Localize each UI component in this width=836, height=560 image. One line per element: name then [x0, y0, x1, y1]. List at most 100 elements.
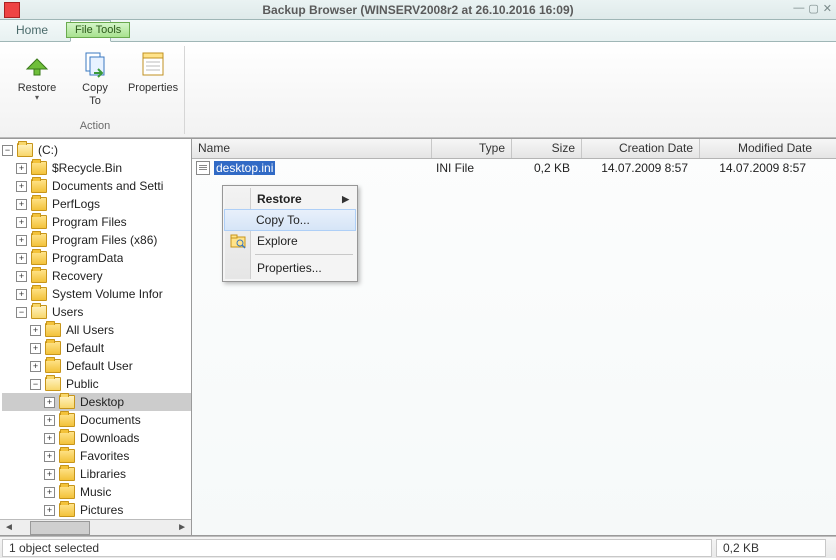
tree-node[interactable]: +Music [2, 483, 191, 501]
tree-node[interactable]: +System Volume Infor [2, 285, 191, 303]
expand-icon[interactable]: + [44, 505, 55, 516]
copy-to-button[interactable]: Copy To [70, 46, 120, 108]
minimize-button[interactable]: — [793, 2, 804, 15]
tree-node[interactable]: +Recovery [2, 267, 191, 285]
tree-node[interactable]: + Default [2, 339, 191, 357]
menu-label: Explore [257, 234, 298, 248]
tree-node[interactable]: + Documents and Setti [2, 177, 191, 195]
explore-icon [230, 233, 246, 249]
folder-icon [31, 251, 47, 265]
column-name[interactable]: Name [192, 139, 432, 158]
collapse-icon[interactable]: − [30, 379, 41, 390]
column-type[interactable]: Type [432, 139, 512, 158]
expand-icon[interactable]: + [44, 433, 55, 444]
expand-icon[interactable]: + [44, 451, 55, 462]
tree-label: Program Files (x86) [52, 233, 157, 247]
list-body[interactable]: desktop.ini INI File 0,2 KB 14.07.2009 8… [192, 159, 836, 535]
tree-label: Favorites [80, 449, 129, 463]
close-button[interactable]: ✕ [823, 2, 832, 15]
horizontal-scrollbar[interactable]: ◄► [0, 519, 191, 535]
tree-node[interactable]: +Libraries [2, 465, 191, 483]
expand-icon[interactable]: + [30, 325, 41, 336]
column-size[interactable]: Size [512, 139, 582, 158]
tree-label: $Recycle.Bin [52, 161, 122, 175]
restore-button[interactable]: Restore ▾ [12, 46, 62, 108]
folder-icon [31, 197, 47, 211]
properties-button[interactable]: Properties [128, 46, 178, 108]
folder-icon [31, 287, 47, 301]
folder-icon [45, 377, 61, 391]
tree-node[interactable]: + Program Files [2, 213, 191, 231]
column-creation-date[interactable]: Creation Date [582, 139, 700, 158]
column-modified-date[interactable]: Modified Date [700, 139, 818, 158]
expand-icon[interactable]: + [16, 253, 27, 264]
tree-node[interactable]: + PerfLogs [2, 195, 191, 213]
list-header: Name Type Size Creation Date Modified Da… [192, 139, 836, 159]
folder-icon [59, 467, 75, 481]
menu-item-properties[interactable]: Properties... [225, 257, 355, 279]
expand-icon[interactable]: + [16, 235, 27, 246]
menu-item-copy-to[interactable]: Copy To... [224, 209, 356, 231]
tree-node-root[interactable]: − (C:) [2, 141, 191, 159]
tree-label: Documents [80, 413, 141, 427]
tree-node[interactable]: +Downloads [2, 429, 191, 447]
expand-icon[interactable]: + [30, 343, 41, 354]
expand-icon[interactable]: + [44, 487, 55, 498]
folder-icon [59, 503, 75, 517]
collapse-icon[interactable]: − [16, 307, 27, 318]
expand-icon[interactable]: + [16, 181, 27, 192]
tree-node[interactable]: +Default User [2, 357, 191, 375]
cell-name: desktop.ini [208, 160, 426, 176]
copy-to-label: Copy To [82, 82, 108, 108]
expand-icon[interactable]: + [16, 217, 27, 228]
ribbon: Restore ▾ Copy To Properties Action [0, 42, 836, 138]
tree-label: Pictures [80, 503, 123, 517]
expand-icon[interactable]: + [44, 397, 55, 408]
tree-label: Documents and Setti [52, 179, 163, 193]
tree-node-users[interactable]: −Users [2, 303, 191, 321]
menu-label: Properties... [257, 261, 322, 275]
folder-icon [59, 485, 75, 499]
tree-node[interactable]: + Program Files (x86) [2, 231, 191, 249]
collapse-icon[interactable]: − [2, 145, 13, 156]
folder-icon [59, 413, 75, 427]
tree-node-public[interactable]: −Public [2, 375, 191, 393]
cell-creation-date: 14.07.2009 8:57 [576, 160, 694, 176]
menu-item-restore[interactable]: Restore ▶ [225, 188, 355, 210]
expand-icon[interactable]: + [30, 361, 41, 372]
tree-label: Default [66, 341, 104, 355]
expand-icon[interactable]: + [44, 469, 55, 480]
tree-node[interactable]: + Documents [2, 411, 191, 429]
menu-item-explore[interactable]: Explore [225, 230, 355, 252]
expand-icon[interactable]: + [16, 289, 27, 300]
tree-node[interactable]: + Pictures [2, 501, 191, 519]
folder-icon [31, 305, 47, 319]
folder-icon [31, 269, 47, 283]
expand-icon[interactable]: + [16, 271, 27, 282]
folder-tree[interactable]: − (C:) + $Recycle.Bin + Documents and Setti… [0, 139, 191, 519]
tree-label: PerfLogs [52, 197, 100, 211]
expand-icon[interactable]: + [16, 163, 27, 174]
context-menu: Restore ▶ Copy To... Explore Properties.… [222, 185, 358, 282]
tree-label: Program Files [52, 215, 127, 229]
status-bar: 1 object selected 0,2 KB [0, 536, 836, 558]
tree-node[interactable]: + Favorites [2, 447, 191, 465]
expand-icon[interactable]: + [44, 415, 55, 426]
tree-label: ProgramData [52, 251, 123, 265]
status-size: 0,2 KB [716, 539, 826, 557]
tree-node-desktop[interactable]: +Desktop [2, 393, 191, 411]
folder-icon [45, 359, 61, 373]
ribbon-group-label: Action [80, 120, 111, 134]
tree-label: (C:) [38, 143, 58, 157]
drive-icon [17, 143, 33, 157]
chevron-down-icon[interactable]: ▾ [35, 93, 39, 102]
list-row[interactable]: desktop.ini INI File 0,2 KB 14.07.2009 8… [192, 159, 836, 177]
expand-icon[interactable]: + [16, 199, 27, 210]
cell-type: INI File [426, 160, 506, 176]
tree-node[interactable]: + $Recycle.Bin [2, 159, 191, 177]
tab-home[interactable]: Home [6, 21, 58, 41]
folder-icon [31, 215, 47, 229]
maximize-button[interactable]: ▢ [808, 2, 818, 15]
tree-node[interactable]: +All Users [2, 321, 191, 339]
tree-node[interactable]: + ProgramData [2, 249, 191, 267]
